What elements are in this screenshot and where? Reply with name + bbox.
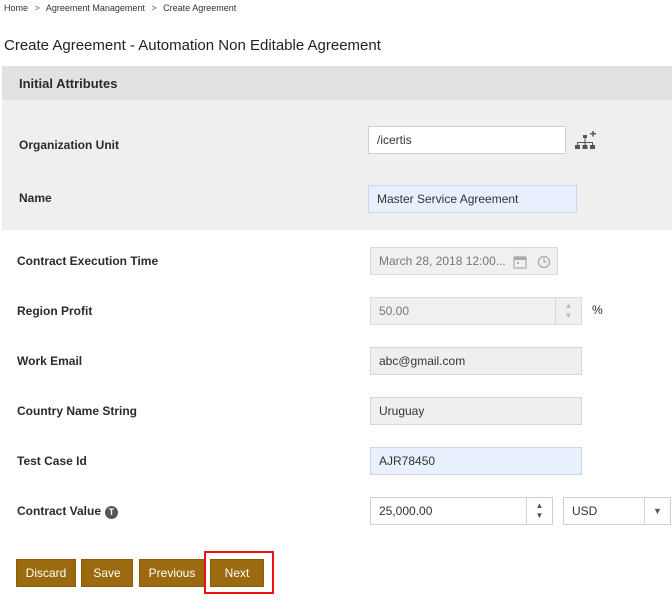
breadcrumb-create-agreement: Create Agreement xyxy=(163,3,237,13)
region-profit-spinner[interactable]: ▲ ▼ xyxy=(555,297,581,325)
breadcrumb-agreement-management[interactable]: Agreement Management xyxy=(46,3,145,13)
breadcrumb-separator: > xyxy=(151,3,157,13)
section-header[interactable]: Initial Attributes xyxy=(2,66,672,100)
region-profit-field[interactable]: 50.00 xyxy=(370,297,582,325)
breadcrumb: Home > Agreement Management > Create Agr… xyxy=(4,3,236,13)
org-unit-label: Organization Unit xyxy=(19,138,119,152)
save-button[interactable]: Save xyxy=(81,559,133,587)
contract-value-label-text: Contract Value xyxy=(17,504,102,518)
contract-execution-time-label: Contract Execution Time xyxy=(17,254,159,268)
name-field[interactable]: Master Service Agreement xyxy=(368,185,577,213)
org-unit-field[interactable]: /icertis xyxy=(368,126,566,154)
previous-button[interactable]: Previous xyxy=(139,559,205,587)
work-email-field[interactable]: abc@gmail.com xyxy=(370,347,582,375)
hierarchy-add-icon[interactable] xyxy=(574,131,596,151)
currency-selected-value: USD xyxy=(572,504,598,518)
calendar-icon[interactable] xyxy=(510,252,530,272)
page-title: Create Agreement - Automation Non Editab… xyxy=(4,37,381,54)
test-case-id-label: Test Case Id xyxy=(17,454,87,468)
currency-select[interactable]: USD ▼ xyxy=(563,497,671,525)
section-title: Initial Attributes xyxy=(19,76,118,91)
contract-value-spinner[interactable]: ▲ ▼ xyxy=(526,497,552,525)
info-tooltip-icon[interactable]: T xyxy=(105,506,119,519)
percent-unit: % xyxy=(592,303,603,317)
chevron-up-icon[interactable]: ▲ xyxy=(565,301,573,311)
country-name-label: Country Name String xyxy=(17,404,138,418)
discard-button[interactable]: Discard xyxy=(16,559,76,587)
name-label: Name xyxy=(19,191,52,205)
chevron-down-icon[interactable]: ▼ xyxy=(536,511,544,521)
clock-icon[interactable] xyxy=(534,252,554,272)
breadcrumb-separator: > xyxy=(34,3,40,13)
caret-down-icon[interactable]: ▼ xyxy=(644,498,670,524)
chevron-up-icon[interactable]: ▲ xyxy=(536,501,544,511)
contract-value-label: Contract Value T xyxy=(17,504,119,519)
next-button-highlight-box xyxy=(204,551,274,594)
region-profit-label: Region Profit xyxy=(17,304,93,318)
breadcrumb-home[interactable]: Home xyxy=(4,3,28,13)
chevron-down-icon[interactable]: ▼ xyxy=(565,311,573,321)
work-email-label: Work Email xyxy=(17,354,83,368)
country-name-field[interactable]: Uruguay xyxy=(370,397,582,425)
test-case-id-field[interactable]: AJR78450 xyxy=(370,447,582,475)
